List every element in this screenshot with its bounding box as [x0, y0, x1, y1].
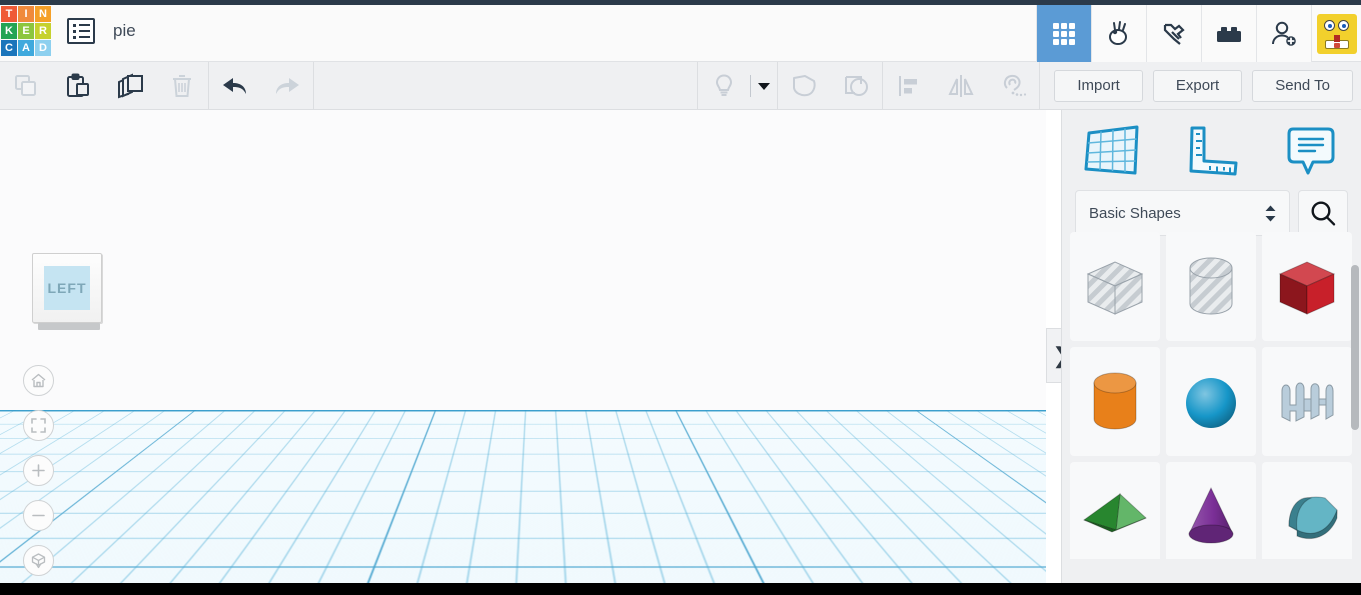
undo-button[interactable] [209, 62, 261, 110]
tiered-dome-model[interactable] [520, 540, 770, 583]
logo-tile-r: R [35, 23, 51, 39]
shape-roof[interactable] [1262, 462, 1352, 559]
workplane-tab[interactable] [1062, 121, 1162, 179]
tinkercad-app: TIN KER CAD pie Import Export Send To LEFT… [0, 0, 1361, 595]
history-group [209, 62, 313, 110]
clipboard-group [0, 62, 208, 110]
list-menu-icon[interactable] [67, 17, 95, 44]
shape-scribble[interactable] [1262, 347, 1352, 456]
send-to-button[interactable]: Send To [1252, 69, 1353, 102]
top-bar-icon-group [1036, 0, 1361, 62]
invite-people-icon[interactable] [1256, 0, 1311, 62]
align-button[interactable] [883, 62, 935, 110]
search-button[interactable] [1298, 190, 1348, 236]
panel-scrollbar[interactable] [1351, 265, 1359, 430]
copy-button[interactable] [0, 62, 52, 110]
shape-cylinder-hole[interactable] [1166, 232, 1256, 341]
workplane-magnet-button[interactable] [987, 62, 1039, 110]
shape-category-value: Basic Shapes [1089, 204, 1181, 222]
view-cube-label: LEFT [47, 280, 87, 296]
shape-cone[interactable] [1166, 462, 1256, 559]
shape-box-hole[interactable] [1070, 232, 1160, 341]
shape-cylinder[interactable] [1070, 347, 1160, 456]
minecraft-pickaxe-icon[interactable] [1146, 0, 1201, 62]
3d-designs-grid-icon[interactable] [1036, 0, 1091, 62]
shape-grid-row [1070, 347, 1354, 456]
top-bar-accent-strip [0, 0, 1361, 5]
panel-search-row: Basic Shapes [1062, 190, 1361, 236]
toolbar-divider-6 [1039, 61, 1041, 110]
user-avatar[interactable] [1311, 0, 1361, 62]
logo-tile-k: K [1, 23, 17, 39]
codeblocks-icon[interactable] [1091, 0, 1146, 62]
zoom-in-button[interactable] [23, 455, 54, 486]
top-bar: TIN KER CAD pie [0, 0, 1361, 62]
view-cube[interactable]: LEFT [30, 253, 108, 333]
logo-tile-i: I [18, 6, 34, 22]
logo-tile-d: D [35, 40, 51, 56]
avatar-image [1316, 13, 1357, 54]
3d-canvas[interactable]: LEFT [0, 110, 1046, 583]
edit-toolbar: Import Export Send To [0, 61, 1361, 110]
toolbar-divider-2 [313, 61, 314, 110]
canvas-nav-controls [23, 365, 54, 576]
lego-brick-icon[interactable] [1201, 0, 1256, 62]
paste-button[interactable] [52, 62, 104, 110]
shape-grid-row [1070, 232, 1354, 341]
page-title[interactable]: pie [113, 21, 136, 41]
delete-button[interactable] [156, 62, 208, 110]
shape-pyramid[interactable] [1070, 462, 1160, 559]
shape-sphere[interactable] [1166, 347, 1256, 456]
logo-tile-t: T [1, 6, 17, 22]
notes-tab[interactable] [1261, 121, 1361, 179]
logo-tile-a: A [18, 40, 34, 56]
bottom-black-bar [0, 583, 1361, 595]
tinkercad-logo[interactable]: TIN KER CAD [1, 6, 51, 56]
note-bubble-icon [1287, 127, 1335, 175]
duplicate-button[interactable] [104, 62, 156, 110]
logo-tile-n: N [35, 6, 51, 22]
perspective-toggle-button[interactable] [23, 545, 54, 576]
visibility-group [698, 62, 777, 110]
file-actions-group: Import Export Send To [1054, 69, 1361, 102]
show-hide-button[interactable] [698, 62, 750, 110]
zoom-out-button[interactable] [23, 500, 54, 531]
search-icon [1311, 201, 1336, 226]
workplane-grid [0, 110, 1046, 410]
caret-down-icon[interactable] [751, 62, 777, 110]
ungroup-button[interactable] [830, 62, 882, 110]
top-bar-spacer [136, 0, 1036, 61]
view-cube-face[interactable]: LEFT [32, 253, 102, 323]
group-button[interactable] [778, 62, 830, 110]
shape-category-select[interactable]: Basic Shapes [1075, 190, 1290, 236]
logo-tile-c: C [1, 40, 17, 56]
panel-tool-tabs [1062, 110, 1361, 190]
workplane-grid-icon [1084, 125, 1139, 175]
group-ungroup-group [778, 62, 882, 110]
redo-button[interactable] [261, 62, 313, 110]
view-cube-base [38, 323, 100, 330]
shapes-panel: Basic Shapes [1061, 110, 1361, 583]
shape-grid[interactable] [1062, 232, 1361, 559]
mirror-button[interactable] [935, 62, 987, 110]
align-mirror-group [883, 62, 1039, 110]
shape-grid-row [1070, 462, 1354, 559]
home-view-button[interactable] [23, 365, 54, 396]
shape-box[interactable] [1262, 232, 1352, 341]
export-button[interactable]: Export [1152, 69, 1243, 102]
view-cube-face-highlight: LEFT [44, 266, 90, 310]
ruler-tab[interactable] [1162, 121, 1262, 179]
ruler-icon [1189, 126, 1237, 176]
fit-to-view-button[interactable] [23, 410, 54, 441]
stepper-arrows-icon [1265, 205, 1276, 222]
logo-tile-e: E [18, 23, 34, 39]
import-button[interactable]: Import [1054, 69, 1143, 102]
